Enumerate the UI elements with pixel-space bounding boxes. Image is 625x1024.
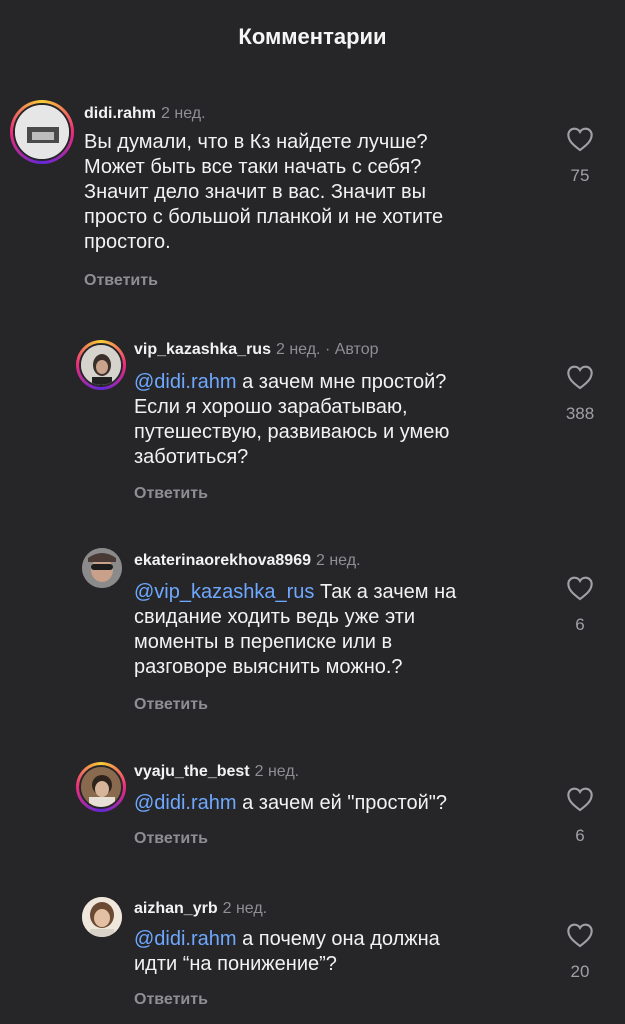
avatar-image-icon [81,767,121,807]
comment-time: 2 нед. [275,341,321,358]
like-button[interactable]: 388 [550,364,610,424]
comment-text: @didi.rahm а почему она должна идти “на … [134,927,440,977]
page-title: Комментарии [238,24,387,49]
reply-button[interactable]: Ответить [134,485,208,503]
comment-text: @didi.rahm а зачем ей "простой"? [134,791,447,816]
reply-button[interactable]: Ответить [84,272,158,290]
avatar-image-icon [15,105,69,159]
reply-button[interactable]: Ответить [134,830,208,848]
like-count: 388 [565,404,595,423]
comment-time: 2 нед. [222,900,268,917]
comment-text: @vip_kazashka_rus Так а зачем на свидани… [134,580,456,680]
heart-outline-icon[interactable] [566,786,594,812]
avatar[interactable] [82,548,122,588]
comment-username[interactable]: didi.rahm [84,105,156,122]
mention-link[interactable]: @didi.rahm [134,928,237,950]
comment-username[interactable]: aizhan_yrb [134,900,218,917]
heart-outline-icon[interactable] [566,364,594,390]
heart-outline-icon[interactable] [566,575,594,601]
comment-time: 2 нед. [316,552,361,569]
comment-username[interactable]: vip_kazashka_rus [134,341,271,358]
comment-body: а зачем ей "простой"? [236,792,447,814]
avatar-image-icon [82,548,122,588]
mention-link[interactable]: @didi.rahm [134,371,237,393]
avatar[interactable] [76,762,126,812]
comment-username[interactable]: ekaterinaorekhova8969 [134,552,311,569]
like-button[interactable]: 6 [550,786,610,846]
comment-time: 2 нед. [161,105,206,122]
comment-username[interactable]: vyaju_the_best [134,763,250,780]
avatar[interactable] [76,340,126,390]
comment-body: Вы думали, что в Кз найдете лучше? Может… [84,131,444,253]
like-count: 6 [575,826,585,845]
like-button[interactable]: 6 [550,575,610,635]
reply-button[interactable]: Ответить [134,991,208,1009]
reply-button[interactable]: Ответить [134,696,208,714]
comment-text: @didi.rahm а зачем мне простой? Если я х… [134,370,449,470]
avatar-image-icon [81,345,121,385]
like-button[interactable]: 20 [550,922,610,982]
heart-outline-icon[interactable] [566,126,594,152]
like-count: 6 [575,615,585,634]
avatar[interactable] [10,100,74,164]
heart-outline-icon[interactable] [566,922,594,948]
like-button[interactable]: 75 [550,126,610,186]
author-badge: · Автор [324,341,379,358]
comment-time: 2 нед. [254,763,300,780]
like-count: 75 [570,166,590,185]
mention-link[interactable]: @vip_kazashka_rus [134,581,314,603]
avatar-image-icon [82,897,122,937]
mention-link[interactable]: @didi.rahm [134,792,237,814]
comment-text: Вы думали, что в Кз найдете лучше? Может… [84,130,443,255]
like-count: 20 [570,962,590,981]
avatar[interactable] [82,897,122,937]
